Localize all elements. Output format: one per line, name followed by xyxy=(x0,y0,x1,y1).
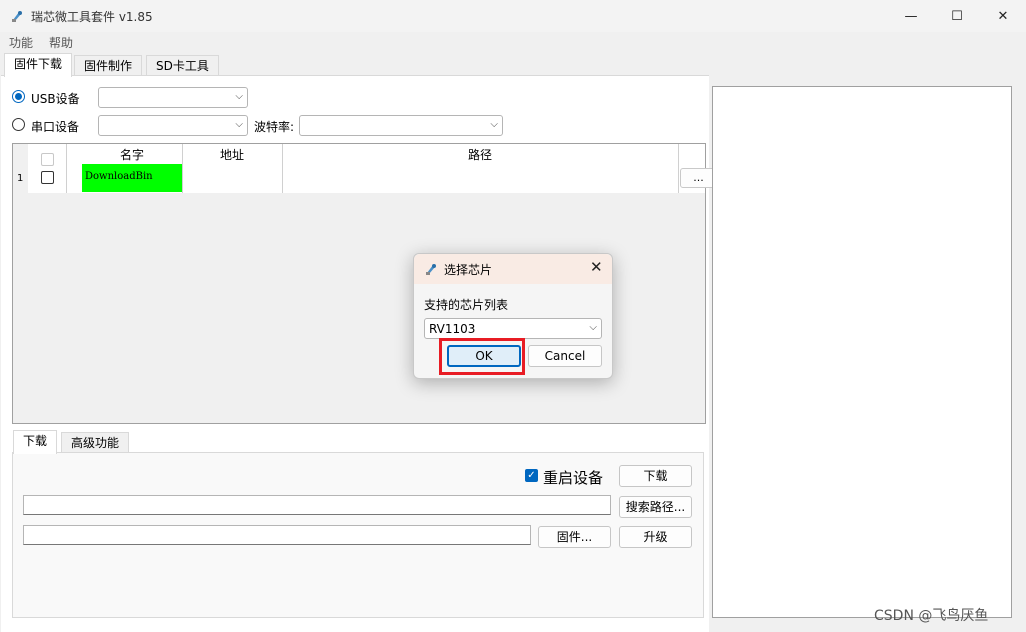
usb-device-radio[interactable] xyxy=(12,90,25,103)
app-icon xyxy=(12,11,22,22)
table-row: 名字 地址 路径 DownloadBin ... xyxy=(28,144,717,193)
baud-rate-label: 波特率: xyxy=(254,120,295,134)
dialog-title-bar: 选择芯片 ✕ xyxy=(414,254,612,284)
name-cell[interactable]: DownloadBin xyxy=(82,164,182,192)
log-panel[interactable] xyxy=(712,86,1012,618)
search-path-button[interactable]: 搜索路径... xyxy=(619,496,692,518)
tab-advanced[interactable]: 高级功能 xyxy=(61,432,130,454)
row-name: DownloadBin xyxy=(85,171,153,182)
menu-bar: 功能 帮助 xyxy=(0,32,1026,52)
serial-device-label: 串口设备 xyxy=(31,120,80,134)
title-bar: 瑞芯微工具套件 v1.85 — ☐ ✕ xyxy=(0,0,1026,32)
download-button[interactable]: 下载 xyxy=(619,465,692,487)
usb-device-label: USB设备 xyxy=(31,92,80,106)
chip-list-label: 支持的芯片列表 xyxy=(424,298,509,312)
row-number: 1 xyxy=(17,173,24,184)
chip-select-value: RV1103 xyxy=(429,322,476,336)
app-icon xyxy=(426,264,436,275)
chevron-down-icon: ⌵ xyxy=(589,322,597,333)
menu-function[interactable]: 功能 xyxy=(9,34,33,51)
minimize-button[interactable]: — xyxy=(888,0,934,32)
chevron-down-icon: ⌵ xyxy=(235,91,243,102)
maximize-button[interactable]: ☐ xyxy=(934,0,980,32)
tab-download[interactable]: 下载 xyxy=(13,430,58,454)
watermark: CSDN @飞鸟厌鱼 xyxy=(874,608,989,624)
dialog-title: 选择芯片 xyxy=(444,263,493,277)
restart-device-label: 重启设备 xyxy=(543,469,604,487)
firmware-button[interactable]: 固件... xyxy=(538,526,611,548)
firmware-input[interactable] xyxy=(23,525,531,545)
close-button[interactable]: ✕ xyxy=(980,0,1026,32)
cancel-button[interactable]: Cancel xyxy=(528,345,602,367)
chevron-down-icon: ⌵ xyxy=(490,119,498,130)
serial-device-select[interactable]: ⌵ xyxy=(98,115,248,136)
chevron-down-icon: ⌵ xyxy=(235,119,243,130)
menu-help[interactable]: 帮助 xyxy=(49,34,73,51)
column-header-path: 路径 xyxy=(467,148,492,162)
restart-device-checkbox[interactable]: ✓ xyxy=(525,469,538,482)
chip-select[interactable]: RV1103 ⌵ xyxy=(424,318,602,339)
upgrade-button[interactable]: 升级 xyxy=(619,526,692,548)
tab-sd-tool[interactable]: SD卡工具 xyxy=(146,55,219,77)
baud-rate-select[interactable]: ⌵ xyxy=(299,115,503,136)
usb-device-select[interactable]: ⌵ xyxy=(98,87,248,108)
tab-firmware-download[interactable]: 固件下载 xyxy=(4,53,73,77)
select-all-checkbox[interactable] xyxy=(41,153,54,166)
highlight-annotation xyxy=(439,338,525,375)
serial-device-radio[interactable] xyxy=(12,118,25,131)
path-input[interactable] xyxy=(23,495,611,515)
row-checkbox[interactable] xyxy=(41,171,54,184)
column-header-name: 名字 xyxy=(119,148,144,162)
window-title: 瑞芯微工具套件 v1.85 xyxy=(31,10,153,24)
close-icon[interactable]: ✕ xyxy=(590,258,603,276)
tab-firmware-make[interactable]: 固件制作 xyxy=(74,55,143,77)
column-header-address: 地址 xyxy=(219,148,244,162)
